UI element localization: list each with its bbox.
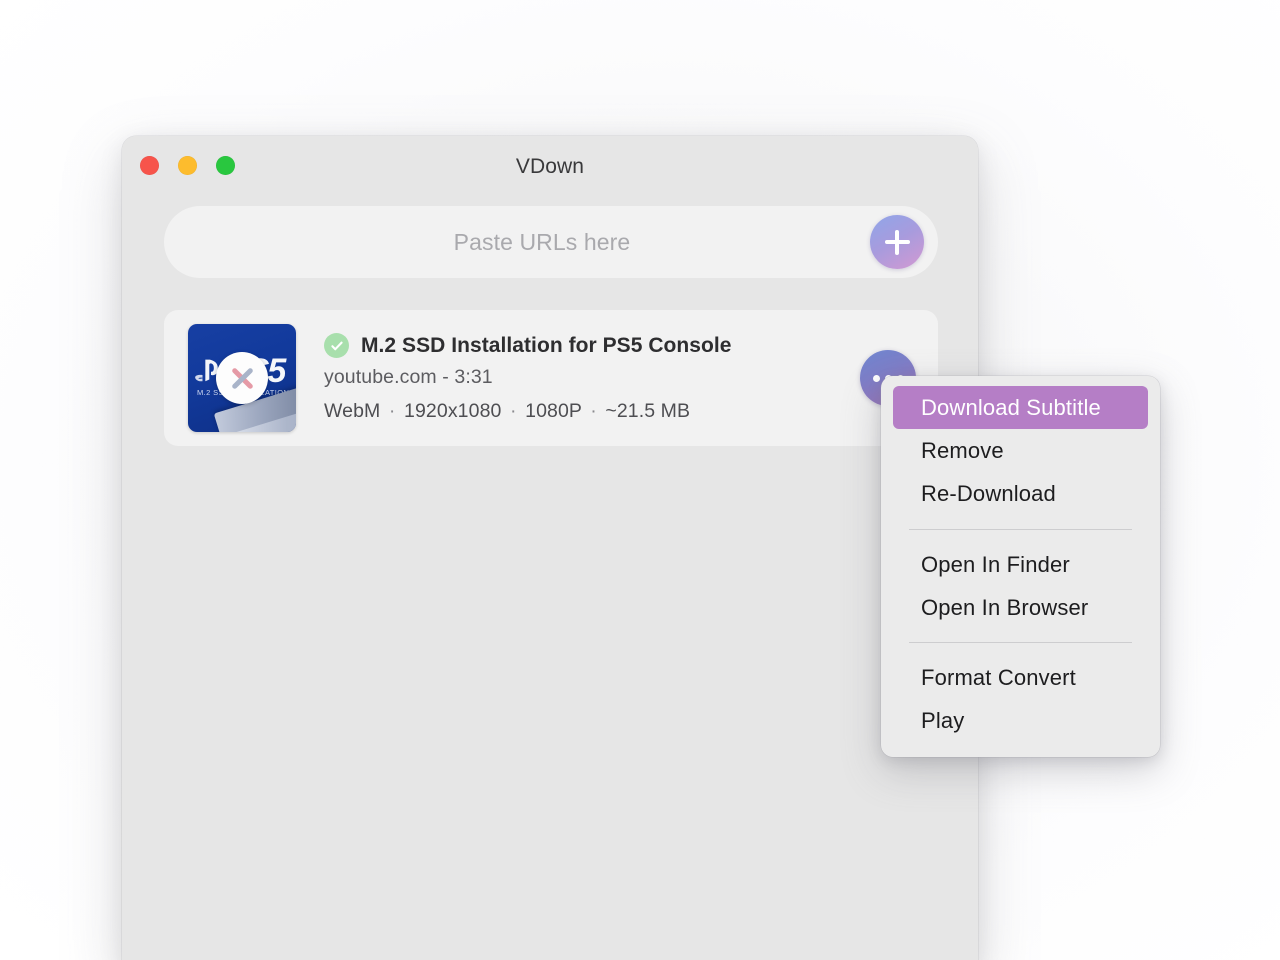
- plus-icon-vertical: [895, 229, 899, 255]
- download-item-meta: WebM · 1920x1080 · 1080P · ~21.5 MB: [324, 400, 920, 423]
- app-window: VDown Paste URLs here PS5 M.2 SSD INSTAL…: [122, 136, 978, 960]
- url-input-placeholder: Paste URLs here: [453, 228, 631, 255]
- meta-format: WebM: [324, 400, 381, 422]
- video-thumbnail: PS5 M.2 SSD INSTALLATION: [188, 324, 296, 432]
- meta-quality: 1080P: [525, 400, 582, 422]
- maximize-window-button[interactable]: [216, 156, 235, 175]
- url-input-field[interactable]: Paste URLs here: [164, 206, 938, 278]
- check-circle-icon: [324, 333, 349, 358]
- add-url-button[interactable]: [870, 215, 924, 269]
- download-item-row[interactable]: PS5 M.2 SSD INSTALLATION M.2 S: [164, 310, 938, 446]
- menu-separator-1: [909, 528, 1132, 530]
- ellipsis-dot-1: [872, 374, 880, 382]
- menu-item-open-in-finder[interactable]: Open In Finder: [893, 543, 1148, 586]
- url-bar-section: Paste URLs here: [164, 206, 938, 278]
- minimize-window-button[interactable]: [178, 156, 197, 175]
- menu-item-format-convert[interactable]: Format Convert: [893, 656, 1148, 699]
- menu-separator-2: [909, 642, 1132, 644]
- window-title: VDown: [515, 155, 585, 178]
- menu-item-re-download[interactable]: Re-Download: [893, 472, 1148, 515]
- meta-resolution: 1920x1080: [404, 400, 502, 422]
- close-window-button[interactable]: [140, 156, 159, 175]
- download-item-title: M.2 SSD Installation for PS5 Console: [361, 333, 732, 357]
- download-title-row: M.2 SSD Installation for PS5 Console: [324, 333, 920, 358]
- download-list: PS5 M.2 SSD INSTALLATION M.2 S: [164, 310, 938, 446]
- menu-item-download-subtitle[interactable]: Download Subtitle: [893, 386, 1148, 430]
- traffic-lights: [140, 156, 235, 175]
- meta-separator-2: ·: [510, 400, 517, 422]
- title-bar: VDown: [122, 136, 978, 198]
- menu-item-remove[interactable]: Remove: [893, 429, 1148, 472]
- menu-item-play[interactable]: Play: [893, 699, 1148, 742]
- download-item-info: M.2 SSD Installation for PS5 Console you…: [324, 333, 920, 423]
- close-x-icon[interactable]: [216, 352, 268, 404]
- context-menu: Download Subtitle Remove Re-Download Ope…: [881, 376, 1160, 757]
- meta-size: ~21.5 MB: [605, 400, 691, 422]
- meta-separator-1: ·: [388, 400, 396, 422]
- meta-separator-3: ·: [590, 400, 597, 422]
- download-item-source: youtube.com - 3:31: [324, 366, 493, 388]
- menu-item-open-in-browser[interactable]: Open In Browser: [893, 586, 1148, 629]
